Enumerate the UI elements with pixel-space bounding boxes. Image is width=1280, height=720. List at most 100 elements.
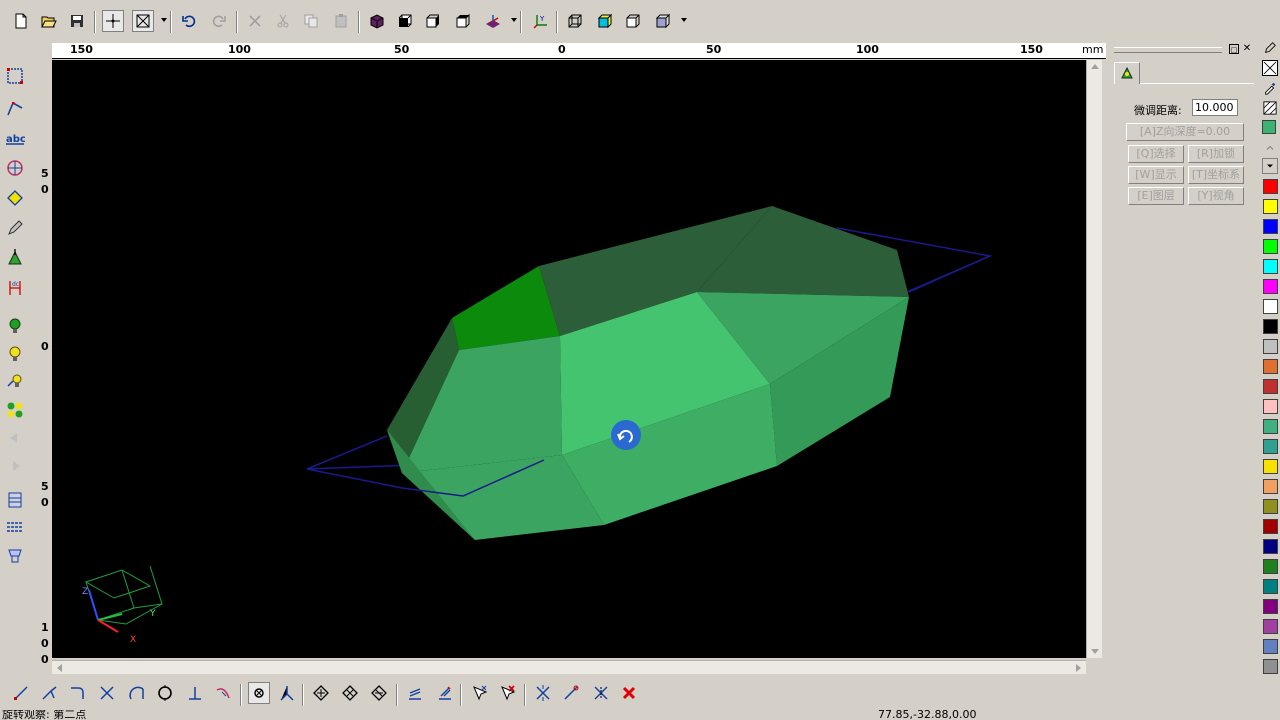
grid-snap-3-icon[interactable] — [368, 682, 390, 704]
fine-tune-distance-input[interactable]: 10.000 — [1192, 99, 1238, 116]
light-bulb-yellow-icon[interactable] — [3, 342, 27, 366]
hidden-line-icon[interactable] — [622, 10, 644, 32]
section-view-icon[interactable] — [3, 488, 27, 512]
color-swatch[interactable] — [1263, 279, 1278, 294]
scroll-up-icon[interactable] — [1091, 64, 1099, 69]
snap-arc-icon[interactable] — [66, 682, 88, 704]
delete-icon[interactable] — [244, 10, 266, 32]
cut-icon[interactable] — [272, 10, 294, 32]
transform-mirror-icon[interactable] — [590, 682, 612, 704]
snap-endpoint-icon[interactable] — [38, 682, 60, 704]
shaded-icon[interactable] — [594, 10, 616, 32]
color-swatch[interactable] — [1263, 599, 1278, 614]
color-swatch[interactable] — [1263, 539, 1278, 554]
palette-scroll-down-icon[interactable] — [1262, 158, 1278, 174]
no-color-icon[interactable] — [1262, 60, 1278, 76]
scroll-down-icon[interactable] — [1091, 649, 1099, 654]
color-swatch[interactable] — [1263, 619, 1278, 634]
wireframe-icon[interactable] — [564, 10, 586, 32]
align-plane-icon[interactable] — [434, 682, 456, 704]
scroll-left-icon[interactable] — [57, 664, 62, 672]
snap-perpendicular-icon[interactable] — [184, 682, 206, 704]
snap-midpoint-icon[interactable] — [276, 682, 298, 704]
color-swatch[interactable] — [1263, 419, 1278, 434]
light-next-icon[interactable] — [3, 454, 27, 478]
color-swatch[interactable] — [1263, 359, 1278, 374]
render-dropdown-icon[interactable] — [681, 18, 687, 22]
layer-list-icon[interactable] — [3, 516, 27, 540]
color-swatch[interactable] — [1263, 259, 1278, 274]
snap-circle-icon[interactable] — [154, 682, 176, 704]
3d-viewport[interactable]: Z Y X — [52, 60, 1086, 658]
snap-center-icon[interactable] — [248, 682, 270, 704]
view-angle-button[interactable]: [Y]视角 — [1188, 187, 1244, 205]
eyedropper-icon[interactable] — [1262, 80, 1278, 96]
pencil-icon[interactable] — [1262, 40, 1278, 56]
front-view-cube-icon[interactable] — [394, 10, 416, 32]
color-swatch[interactable] — [1263, 639, 1278, 654]
color-swatch[interactable] — [1263, 579, 1278, 594]
text-tool-icon[interactable]: abc — [3, 126, 27, 150]
dimension-tool-icon[interactable]: dc — [3, 276, 27, 300]
grid-snap-1-icon[interactable] — [310, 682, 332, 704]
palette-scroll-up-icon[interactable] — [1262, 140, 1278, 156]
vertical-scrollbar[interactable] — [1086, 60, 1102, 658]
color-swatch[interactable] — [1263, 219, 1278, 234]
display-button[interactable]: [W]显示 — [1128, 166, 1184, 184]
rectangle-select-icon[interactable] — [3, 64, 27, 88]
render-mode-icon[interactable] — [652, 10, 674, 32]
panel-titlebar[interactable]: □ ✕ — [1114, 44, 1252, 56]
select-button[interactable]: [Q]选择 — [1128, 145, 1184, 163]
snap-intersection-icon[interactable] — [96, 682, 118, 704]
snap-line-icon[interactable] — [10, 682, 32, 704]
print-tool-icon[interactable] — [3, 544, 27, 568]
color-swatch[interactable] — [1263, 399, 1278, 414]
measure-tool-icon[interactable] — [3, 186, 27, 210]
open-folder-icon[interactable] — [38, 10, 60, 32]
color-swatch[interactable] — [1263, 319, 1278, 334]
cancel-red-x-icon[interactable] — [618, 682, 640, 704]
color-swatch[interactable] — [1263, 659, 1278, 674]
coordinate-axes-icon[interactable]: Y — [530, 10, 552, 32]
light-bulb-green-icon[interactable] — [3, 314, 27, 338]
top-view-cube-icon[interactable] — [452, 10, 474, 32]
light-settings-icon[interactable] — [3, 370, 27, 394]
pattern-fill-icon[interactable] — [1262, 100, 1278, 116]
box-select-icon[interactable] — [132, 10, 154, 32]
snap-nearest-icon[interactable] — [212, 682, 234, 704]
solid-cube-icon[interactable] — [366, 10, 388, 32]
copy-icon[interactable] — [300, 10, 322, 32]
polyline-icon[interactable] — [3, 96, 27, 120]
color-swatch[interactable] — [1263, 499, 1278, 514]
color-swatch[interactable] — [1263, 199, 1278, 214]
color-swatch[interactable] — [1263, 559, 1278, 574]
lock-button[interactable]: [R]加锁 — [1188, 145, 1244, 163]
undo-icon[interactable] — [178, 10, 200, 32]
pen-edit-icon[interactable] — [3, 216, 27, 240]
side-view-cube-icon[interactable] — [422, 10, 444, 32]
panel-restore-icon[interactable]: □ — [1229, 44, 1239, 54]
color-swatch[interactable] — [1263, 519, 1278, 534]
paste-icon[interactable] — [330, 10, 352, 32]
palette-current-icon[interactable] — [1262, 120, 1278, 136]
coordinate-system-button[interactable]: [T]坐标系 — [1188, 166, 1244, 184]
grid-snap-2-icon[interactable] — [339, 682, 361, 704]
scroll-right-icon[interactable] — [1076, 664, 1081, 672]
multi-light-icon[interactable] — [3, 398, 27, 422]
panel-grip[interactable] — [1114, 47, 1222, 53]
remove-point-icon[interactable] — [496, 682, 518, 704]
circle-tool-icon[interactable] — [3, 156, 27, 180]
snap-tangent-icon[interactable] — [126, 682, 148, 704]
redo-icon[interactable] — [208, 10, 230, 32]
view-dropdown-icon[interactable] — [511, 18, 517, 22]
layer-button[interactable]: [E]图层 — [1128, 187, 1184, 205]
color-swatch[interactable] — [1263, 299, 1278, 314]
align-bottom-icon[interactable] — [404, 682, 426, 704]
save-disk-icon[interactable] — [66, 10, 88, 32]
tab-properties[interactable] — [1114, 62, 1140, 84]
iso-view-icon[interactable] — [482, 10, 504, 32]
transform-rotate-icon[interactable] — [560, 682, 582, 704]
color-swatch[interactable] — [1263, 479, 1278, 494]
box-select-dropdown-icon[interactable] — [161, 18, 167, 22]
current-color-swatch[interactable] — [1262, 120, 1276, 134]
